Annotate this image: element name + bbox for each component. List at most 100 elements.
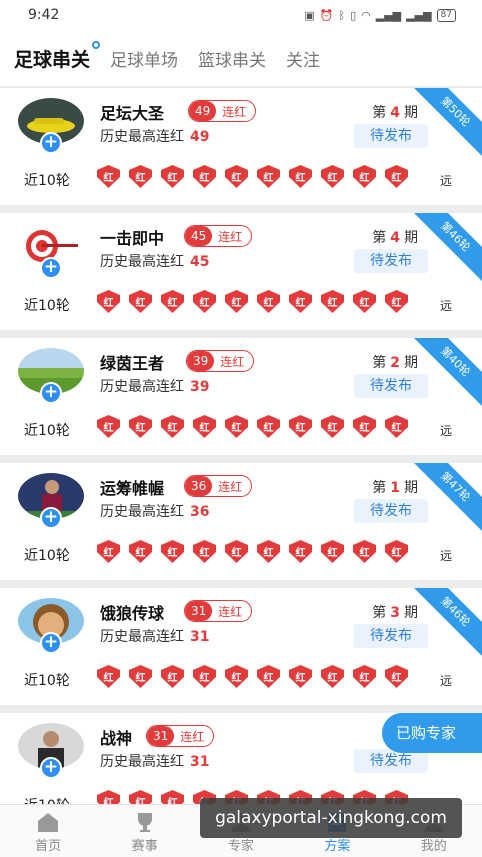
red-result-mark: 红: [384, 289, 409, 314]
tab-football-parlay[interactable]: 足球串关: [14, 40, 101, 72]
expert-card[interactable]: + 足坛大圣 49 连红 历史最高连红 49 第 4 期待发布 第50轮 近10轮红红红红红红红红红…: [0, 88, 482, 205]
red-result-mark: 红: [352, 289, 377, 314]
follow-plus-icon[interactable]: +: [40, 257, 62, 279]
trophy-icon: [137, 813, 152, 832]
pending-publish-button[interactable]: 待发布: [354, 374, 428, 398]
red-result-mark: 红: [160, 164, 185, 189]
red-result-mark: 红: [224, 289, 249, 314]
red-result-mark: 红: [352, 539, 377, 564]
red-result-mark: 红: [128, 664, 153, 689]
red-result-mark: 红: [256, 164, 281, 189]
follow-plus-icon[interactable]: +: [40, 382, 62, 404]
nav-home[interactable]: 首页: [8, 805, 88, 857]
streak-label: 连红: [218, 229, 243, 244]
red-result-mark: 红: [96, 539, 121, 564]
period-label: 第4期: [372, 105, 418, 121]
red-result-mark: 红: [192, 539, 217, 564]
expert-name: 一击即中: [100, 229, 165, 248]
nfc-icon: ▣: [304, 8, 315, 22]
alarm-icon: ⏰: [319, 8, 334, 22]
streak-label: 连红: [218, 479, 243, 494]
battery-indicator: 87: [436, 8, 456, 22]
streak-count: 31: [147, 726, 175, 746]
red-result-mark: 红: [256, 539, 281, 564]
vibrate-icon: ▯: [350, 8, 357, 22]
pending-publish-button[interactable]: 待发布: [354, 624, 428, 648]
red-result-mark: 红: [384, 414, 409, 439]
streak-badge: 39 连红: [186, 350, 255, 372]
signal-icon: ▂▄▆: [375, 8, 402, 22]
recent-results: 红红红红红红红红红红: [96, 164, 409, 189]
red-result-mark: 红: [384, 664, 409, 689]
follow-plus-icon[interactable]: +: [40, 132, 62, 154]
expert-card[interactable]: + 运筹帷幄 36 连红 历史最高连红 36 第 1 期待发布 第47轮 近10轮红红红红红红红红红…: [0, 463, 482, 580]
red-result-mark: 红: [224, 664, 249, 689]
pending-publish-button[interactable]: 待发布: [354, 499, 428, 523]
streak-label: 连红: [220, 354, 245, 369]
follow-plus-icon[interactable]: +: [40, 757, 62, 779]
nav-events[interactable]: 赛事: [105, 805, 185, 857]
history-best: 历史最高连红 31: [100, 629, 210, 645]
pending-publish-button[interactable]: 待发布: [354, 249, 428, 273]
nav-events-label: 赛事: [131, 839, 158, 854]
red-result-mark: 红: [320, 289, 345, 314]
follow-plus-icon[interactable]: +: [40, 507, 62, 529]
red-result-mark: 红: [352, 664, 377, 689]
red-result-mark: 红: [256, 289, 281, 314]
far-label: 远: [439, 299, 452, 313]
red-result-mark: 红: [160, 539, 185, 564]
red-result-mark: 红: [288, 414, 313, 439]
red-result-mark: 红: [160, 664, 185, 689]
follow-plus-icon[interactable]: +: [40, 632, 62, 654]
recent-results: 红红红红红红红红红红: [96, 414, 409, 439]
expert-name: 饿狼传球: [100, 604, 165, 623]
history-best: 历史最高连红 39: [100, 379, 210, 395]
recent-rounds-label: 近10轮: [24, 673, 70, 689]
red-result-mark: 红: [224, 164, 249, 189]
expert-card[interactable]: + 一击即中 45 连红 历史最高连红 45 第 4 期待发布 第46轮 近10轮红红红红红红红红红…: [0, 213, 482, 330]
streak-badge: 45 连红: [184, 225, 253, 247]
red-result-mark: 红: [128, 289, 153, 314]
history-best: 历史最高连红 36: [100, 504, 210, 520]
red-result-mark: 红: [256, 664, 281, 689]
red-result-mark: 红: [352, 164, 377, 189]
red-result-mark: 红: [224, 539, 249, 564]
recent-results: 红红红红红红红红红红: [96, 664, 409, 689]
tab-follow[interactable]: 关注: [286, 46, 320, 71]
period-label: 第1期: [372, 480, 418, 496]
far-label: 远: [439, 424, 452, 438]
red-result-mark: 红: [288, 539, 313, 564]
red-result-mark: 红: [224, 414, 249, 439]
purchased-experts-button[interactable]: 已购专家: [382, 713, 482, 753]
recent-rounds-label: 近10轮: [24, 423, 70, 439]
pending-publish-button[interactable]: 待发布: [354, 124, 428, 148]
red-result-mark: 红: [160, 289, 185, 314]
expert-card[interactable]: + 绿茵王者 39 连红 历史最高连红 39 第 2 期待发布 第40轮 近10轮红红红红红红红红红…: [0, 338, 482, 455]
red-result-mark: 红: [288, 289, 313, 314]
far-label: 远: [439, 674, 452, 688]
far-label: 远: [439, 549, 452, 563]
recent-results: 红红红红红红红红红红: [96, 539, 409, 564]
recent-rounds-label: 近10轮: [24, 173, 70, 189]
red-result-mark: 红: [128, 539, 153, 564]
tab-bar: 足球串关 足球单场 篮球串关 关注: [0, 30, 482, 86]
red-result-mark: 红: [352, 414, 377, 439]
history-best: 历史最高连红 31: [100, 754, 210, 770]
status-bar: 9:42 ▣ ⏰ ᛒ ▯ ◠ ▂▄▆ ▂▄▆ 87: [0, 0, 482, 30]
streak-count: 49: [189, 101, 217, 121]
streak-badge: 31 连红: [146, 725, 215, 747]
red-result-mark: 红: [320, 539, 345, 564]
tab-basketball-parlay[interactable]: 篮球串关: [198, 46, 266, 71]
streak-count: 36: [185, 476, 213, 496]
tab-football-single[interactable]: 足球单场: [110, 46, 178, 71]
status-icons: ▣ ⏰ ᛒ ▯ ◠ ▂▄▆ ▂▄▆ 87: [304, 8, 456, 22]
red-result-mark: 红: [320, 164, 345, 189]
red-result-mark: 红: [384, 164, 409, 189]
streak-badge: 36 连红: [184, 475, 253, 497]
streak-label: 连红: [222, 104, 247, 119]
red-result-mark: 红: [256, 414, 281, 439]
red-result-mark: 红: [192, 164, 217, 189]
home-icon: [38, 813, 59, 832]
active-dot-icon: [92, 40, 101, 49]
expert-card[interactable]: + 饿狼传球 31 连红 历史最高连红 31 第 3 期待发布 第46轮 近10轮红红红红红红红红红…: [0, 588, 482, 705]
